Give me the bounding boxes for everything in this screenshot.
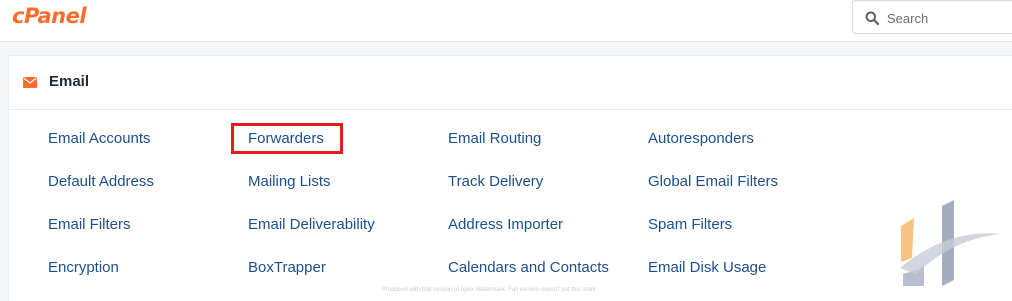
email-section-header[interactable]: Email xyxy=(9,56,1012,110)
search-input[interactable] xyxy=(887,7,1007,29)
top-bar: cPanel xyxy=(0,0,1012,42)
email-accounts-link[interactable]: Email Accounts xyxy=(48,130,151,147)
default-address-link[interactable]: Default Address xyxy=(48,173,154,190)
envelope-icon xyxy=(23,77,37,88)
watermark-logo-icon xyxy=(900,200,1002,286)
section-title: Email xyxy=(49,73,90,90)
boxtrapper-link[interactable]: BoxTrapper xyxy=(248,259,326,276)
forwarders-highlight-box xyxy=(231,123,343,154)
spam-filters-link[interactable]: Spam Filters xyxy=(648,216,732,233)
watermark-footnote: Produced with trial version of Apex Wate… xyxy=(382,287,598,293)
email-filters-link[interactable]: Email Filters xyxy=(48,216,131,233)
encryption-link[interactable]: Encryption xyxy=(48,259,119,276)
calendars-and-contacts-link[interactable]: Calendars and Contacts xyxy=(448,259,609,276)
email-routing-link[interactable]: Email Routing xyxy=(448,130,541,147)
global-email-filters-link[interactable]: Global Email Filters xyxy=(648,173,778,190)
search-box[interactable] xyxy=(852,0,1012,34)
cpanel-logo[interactable]: cPanel xyxy=(12,4,87,28)
address-importer-link[interactable]: Address Importer xyxy=(448,216,563,233)
email-disk-usage-link[interactable]: Email Disk Usage xyxy=(648,259,766,276)
autoresponders-link[interactable]: Autoresponders xyxy=(648,130,754,147)
search-icon xyxy=(865,11,879,25)
track-delivery-link[interactable]: Track Delivery xyxy=(448,173,543,190)
mailing-lists-link[interactable]: Mailing Lists xyxy=(248,173,331,190)
email-deliverability-link[interactable]: Email Deliverability xyxy=(248,216,375,233)
